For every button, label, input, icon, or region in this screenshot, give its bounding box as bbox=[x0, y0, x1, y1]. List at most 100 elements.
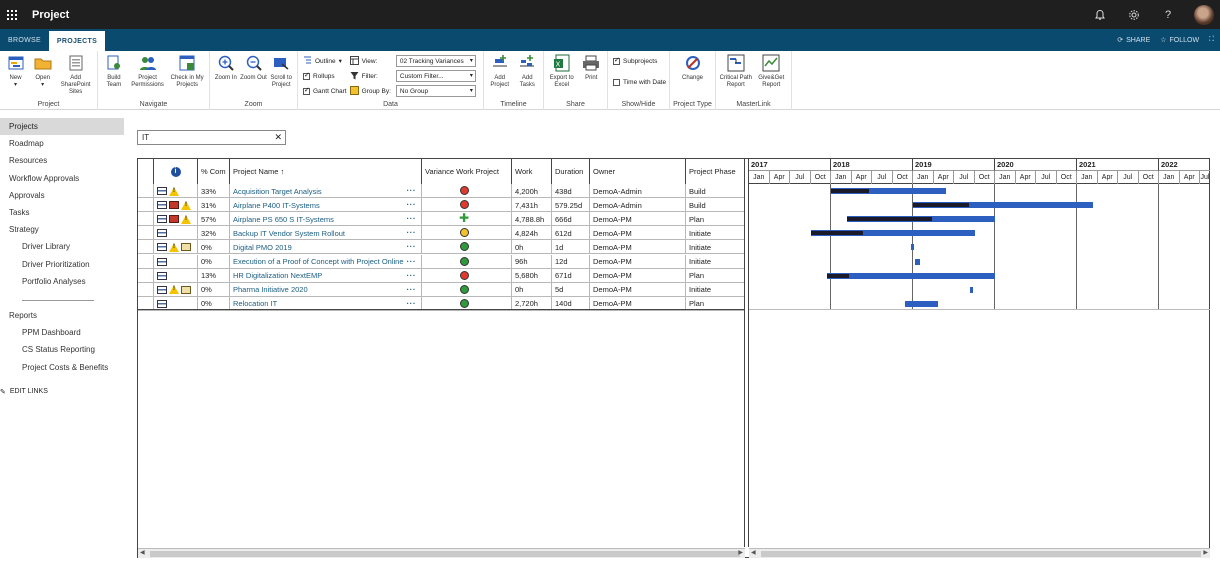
name-text[interactable]: Acquisition Target Analysis bbox=[233, 187, 322, 196]
gantt-chart-check[interactable] bbox=[303, 86, 310, 95]
more-options-icon[interactable]: ··· bbox=[407, 242, 417, 251]
row-selector-header[interactable] bbox=[138, 159, 154, 184]
rollups-check[interactable] bbox=[303, 71, 310, 80]
nav-item-approvals[interactable]: Approvals bbox=[0, 187, 130, 204]
more-options-icon[interactable]: ··· bbox=[407, 228, 417, 237]
gear-icon[interactable] bbox=[1126, 7, 1142, 23]
more-options-icon[interactable]: ··· bbox=[407, 200, 417, 209]
filter-select[interactable]: Custom Filter... bbox=[395, 70, 476, 82]
table-row[interactable]: 0% Digital PMO 2019 ··· 0h 1d DemoA-PM Initiat… bbox=[138, 240, 744, 255]
project-phase-header[interactable]: Project Phase bbox=[686, 159, 744, 184]
nav-item-roadmap[interactable]: Roadmap bbox=[0, 135, 130, 152]
table-row[interactable]: 13% HR Digitalization NextEMP ··· 5,680h 671… bbox=[138, 268, 744, 283]
outline-button[interactable]: Outline ▾ bbox=[303, 55, 347, 67]
gantt-bar[interactable] bbox=[826, 272, 995, 279]
gantt-scroll-thumb[interactable] bbox=[761, 551, 1201, 557]
more-options-icon[interactable]: ··· bbox=[407, 271, 417, 280]
more-options-icon[interactable]: ··· bbox=[407, 214, 417, 223]
percent-complete-header[interactable]: % Com bbox=[198, 159, 230, 184]
gantt-chart-checkbox[interactable]: Gantt Chart bbox=[303, 85, 347, 97]
row-selector[interactable] bbox=[138, 198, 154, 213]
name-cell[interactable]: Execution of a Proof of Concept with Pro… bbox=[230, 254, 422, 269]
project-filter-input[interactable]: IT ✕ bbox=[137, 130, 286, 145]
name-text[interactable]: Airplane P400 IT-Systems bbox=[233, 201, 320, 210]
name-text[interactable]: HR Digitalization NextEMP bbox=[233, 271, 322, 280]
avatar[interactable] bbox=[1194, 4, 1214, 25]
table-horizontal-scrollbar[interactable]: ◀ ▶ bbox=[138, 548, 745, 558]
work-header[interactable]: Work bbox=[512, 159, 552, 184]
variance-header[interactable]: Variance Work Project bbox=[422, 159, 512, 184]
name-cell[interactable]: Digital PMO 2019 ··· bbox=[230, 240, 422, 255]
nav-item-workflow-approvals[interactable]: Workflow Approvals bbox=[0, 170, 130, 187]
nav-item-tasks[interactable]: Tasks bbox=[0, 204, 130, 221]
row-selector[interactable] bbox=[138, 254, 154, 269]
more-options-icon[interactable]: ··· bbox=[407, 257, 417, 266]
share-button[interactable]: ⟳ SHARE bbox=[1117, 36, 1150, 45]
subprojects-check[interactable] bbox=[613, 56, 620, 65]
edit-links-button[interactable]: ✎ EDIT LINKS bbox=[0, 384, 130, 400]
table-row[interactable]: 0% Execution of a Proof of Concept with P… bbox=[138, 254, 744, 269]
row-selector[interactable] bbox=[138, 282, 154, 297]
more-options-icon[interactable]: ··· bbox=[407, 285, 417, 294]
app-launcher-icon[interactable] bbox=[0, 0, 24, 29]
nav-item-strategy[interactable]: Strategy bbox=[0, 221, 130, 238]
time-with-date-checkbox[interactable]: Time with Date bbox=[613, 76, 666, 88]
name-text[interactable]: Execution of a Proof of Concept with Pro… bbox=[233, 257, 404, 266]
row-selector[interactable] bbox=[138, 212, 154, 227]
bell-icon[interactable] bbox=[1092, 7, 1108, 23]
tab-projects[interactable]: PROJECTS bbox=[48, 31, 106, 51]
table-scroll-thumb[interactable] bbox=[150, 551, 740, 557]
nav-item-project-costs-benefits[interactable]: Project Costs & Benefits bbox=[0, 358, 130, 375]
table-row[interactable]: 31% Airplane P400 IT-Systems ··· 7,431h 579.… bbox=[138, 198, 744, 213]
subprojects-checkbox[interactable]: Subprojects bbox=[613, 55, 666, 67]
table-row[interactable]: 57% Airplane PS 650 S IT-Systems ··· ✚ 4,788… bbox=[138, 212, 744, 227]
row-selector[interactable] bbox=[138, 240, 154, 255]
gantt-horizontal-scrollbar[interactable]: ◀ ▶ bbox=[749, 548, 1210, 558]
name-cell[interactable]: Airplane P400 IT-Systems ··· bbox=[230, 198, 422, 213]
name-text[interactable]: Pharma Initiative 2020 bbox=[233, 285, 308, 294]
duration-header[interactable]: Duration bbox=[552, 159, 590, 184]
more-options-icon[interactable]: ··· bbox=[407, 299, 417, 308]
nav-item-cs-status-reporting[interactable]: CS Status Reporting bbox=[0, 341, 130, 358]
rollups-checkbox[interactable]: Rollups bbox=[303, 70, 347, 82]
follow-button[interactable]: ☆ FOLLOW bbox=[1160, 36, 1199, 45]
row-selector[interactable] bbox=[138, 184, 154, 198]
clear-filter-icon[interactable]: ✕ bbox=[274, 132, 282, 143]
time-with-date-check[interactable] bbox=[613, 78, 620, 86]
name-text[interactable]: Airplane PS 650 S IT-Systems bbox=[233, 215, 334, 224]
name-cell[interactable]: Pharma Initiative 2020 ··· bbox=[230, 282, 422, 297]
name-text[interactable]: Digital PMO 2019 bbox=[233, 243, 292, 252]
gantt-bar[interactable] bbox=[970, 286, 974, 293]
scroll-left-icon[interactable]: ◀ bbox=[140, 549, 145, 556]
owner-header[interactable]: Owner bbox=[590, 159, 686, 184]
help-icon[interactable]: ? bbox=[1160, 7, 1176, 23]
more-options-icon[interactable]: ··· bbox=[407, 186, 417, 195]
group-by-select[interactable]: No Group bbox=[395, 85, 476, 97]
name-cell[interactable]: Acquisition Target Analysis ··· bbox=[230, 184, 422, 198]
project-name-header[interactable]: Project Name ↑ bbox=[230, 159, 422, 184]
gantt-bar[interactable] bbox=[915, 258, 920, 265]
table-row[interactable]: 0% Pharma Initiative 2020 ··· 0h 5d DemoA-PM I… bbox=[138, 282, 744, 297]
nav-item-driver-library[interactable]: Driver Library bbox=[0, 238, 130, 255]
table-row[interactable]: 32% Backup IT Vendor System Rollout ··· 4,8… bbox=[138, 226, 744, 241]
tab-browse[interactable]: BROWSE bbox=[0, 29, 49, 51]
name-text[interactable]: Backup IT Vendor System Rollout bbox=[233, 229, 345, 238]
scroll-right-icon[interactable]: ▶ bbox=[738, 549, 743, 556]
name-cell[interactable]: HR Digitalization NextEMP ··· bbox=[230, 268, 422, 283]
gantt-bar[interactable] bbox=[904, 300, 938, 307]
suite-title[interactable]: Project bbox=[32, 9, 69, 21]
indicators-header[interactable]: i bbox=[154, 159, 198, 184]
focus-content-icon[interactable]: ⛶ bbox=[1209, 36, 1214, 44]
name-cell[interactable]: Airplane PS 650 S IT-Systems ··· bbox=[230, 212, 422, 227]
table-row[interactable]: 33% Acquisition Target Analysis ··· 4,200h 4… bbox=[138, 184, 744, 199]
nav-item-portfolio-analyses[interactable]: Portfolio Analyses bbox=[0, 273, 130, 290]
name-text[interactable]: Relocation IT bbox=[233, 299, 277, 308]
nav-item-projects[interactable]: Projects bbox=[0, 118, 124, 136]
nav-item-ppm-dashboard[interactable]: PPM Dashboard bbox=[0, 324, 130, 341]
row-selector[interactable] bbox=[138, 226, 154, 241]
view-select[interactable]: 02 Tracking Variances bbox=[395, 55, 476, 67]
nav-item-reports[interactable]: Reports bbox=[0, 307, 130, 324]
nav-item-resources[interactable]: Resources bbox=[0, 152, 130, 169]
gantt-scroll-left-icon[interactable]: ◀ bbox=[751, 549, 756, 556]
gantt-bar[interactable] bbox=[910, 244, 914, 251]
